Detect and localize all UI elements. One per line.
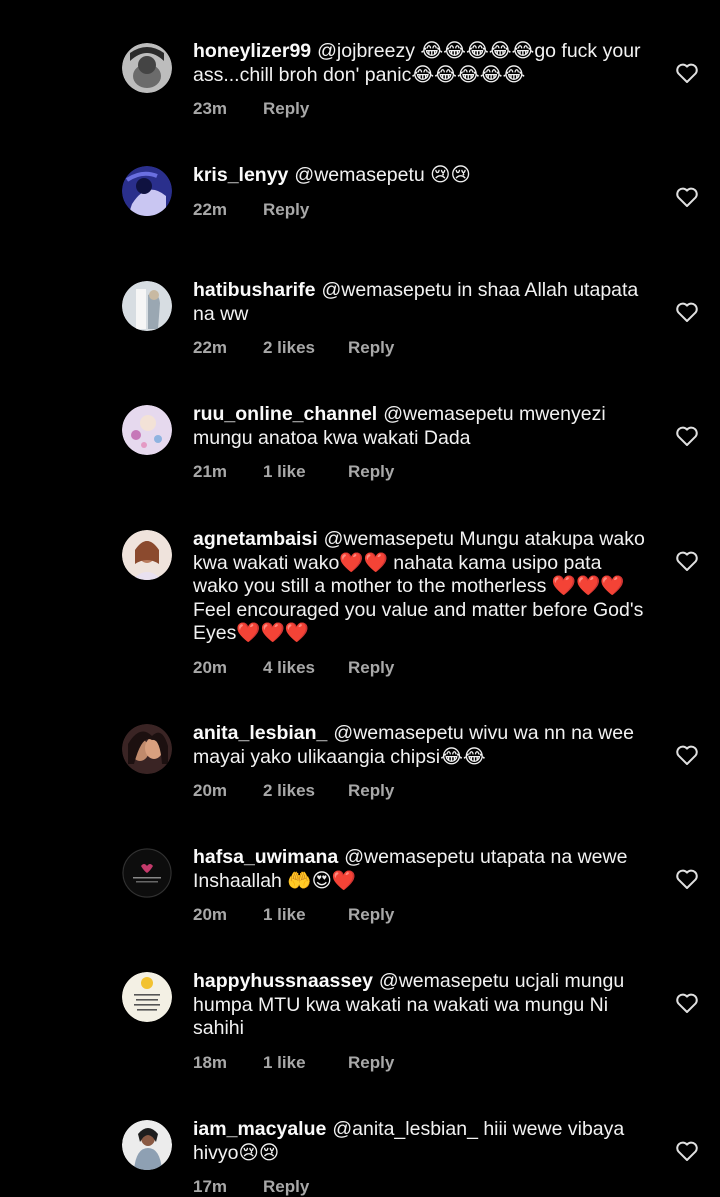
reply-button[interactable]: Reply	[348, 781, 394, 801]
comment-username[interactable]: iam_macyalue	[193, 1118, 326, 1140]
comment-text: honeylizer99 @jojbreezy 😂😂😂😂😂go fuck your…	[193, 40, 648, 87]
avatar[interactable]	[122, 530, 172, 580]
like-heart-icon[interactable]	[675, 186, 699, 208]
reply-button[interactable]: Reply	[348, 905, 394, 925]
like-heart-icon[interactable]	[675, 301, 699, 323]
reply-button[interactable]: Reply	[348, 462, 394, 482]
comment-time: 20m	[193, 781, 228, 801]
like-heart-icon[interactable]	[675, 425, 699, 447]
avatar[interactable]	[122, 166, 172, 216]
avatar[interactable]	[122, 281, 172, 331]
like-heart-icon[interactable]	[675, 992, 699, 1014]
comment-meta: 18m 1 like Reply	[193, 1053, 648, 1073]
avatar[interactable]	[122, 1120, 172, 1170]
comment-time: 20m	[193, 905, 228, 925]
comment-time: 20m	[193, 657, 228, 677]
comment-time: 17m	[193, 1177, 228, 1197]
avatar[interactable]	[122, 972, 172, 1022]
comment-meta: 21m 1 like Reply	[193, 462, 648, 482]
reply-button[interactable]: Reply	[348, 1053, 394, 1073]
comment-text: anita_lesbian_ @wemasepetu wivu wa nn na …	[193, 722, 648, 769]
avatar[interactable]	[122, 724, 172, 774]
comment-text: hafsa_uwimana @wemasepetu utapata na wewe…	[193, 846, 648, 893]
likes-count[interactable]: 2 likes	[263, 338, 348, 358]
comment-text: hatibusharife @wemasepetu in shaa Allah u…	[193, 279, 648, 326]
likes-count[interactable]: 1 like	[263, 1053, 348, 1073]
reply-button[interactable]: Reply	[263, 200, 309, 220]
comment-text: kris_lenyy @wemasepetu 😢😢	[193, 164, 648, 188]
avatar[interactable]	[122, 848, 172, 898]
comment-username[interactable]: hatibusharife	[193, 279, 315, 301]
avatar[interactable]	[122, 405, 172, 455]
likes-count[interactable]: 2 likes	[263, 781, 348, 801]
comment-time: 21m	[193, 462, 228, 482]
comment-text: agnetambaisi @wemasepetu Mungu atakupa wa…	[193, 528, 648, 646]
comment-username[interactable]: honeylizer99	[193, 40, 311, 62]
comment-username[interactable]: kris_lenyy	[193, 164, 288, 186]
likes-count[interactable]: 1 like	[263, 462, 348, 482]
comment-username[interactable]: ruu_online_channel	[193, 403, 377, 425]
comment-meta: 23m Reply	[193, 99, 648, 119]
comment-body: @wemasepetu 😢😢	[294, 164, 471, 186]
comment-text: happyhussnaassey @wemasepetu ucjali mungu…	[193, 970, 648, 1041]
like-heart-icon[interactable]	[675, 744, 699, 766]
comment-username[interactable]: agnetambaisi	[193, 528, 318, 550]
like-heart-icon[interactable]	[675, 868, 699, 890]
comment-meta: 20m 1 like Reply	[193, 905, 648, 925]
comment-time: 22m	[193, 338, 228, 358]
like-heart-icon[interactable]	[675, 62, 699, 84]
comment-text: ruu_online_channel @wemasepetu mwenyezi m…	[193, 403, 648, 450]
comment-time: 23m	[193, 99, 228, 119]
comment-meta: 20m 2 likes Reply	[193, 781, 648, 801]
comment-meta: 20m 4 likes Reply	[193, 658, 648, 678]
like-heart-icon[interactable]	[675, 1140, 699, 1162]
likes-count[interactable]: 4 likes	[263, 658, 348, 678]
comment-meta: 17m Reply	[193, 1177, 648, 1197]
reply-button[interactable]: Reply	[348, 338, 394, 358]
comment-meta: 22m 2 likes Reply	[193, 338, 648, 358]
comment-time: 22m	[193, 199, 228, 219]
avatar[interactable]	[122, 43, 172, 93]
comment-text: iam_macyalue @anita_lesbian_ hiii wewe vi…	[193, 1118, 648, 1165]
reply-button[interactable]: Reply	[263, 99, 309, 119]
reply-button[interactable]: Reply	[348, 658, 394, 678]
comment-username[interactable]: anita_lesbian_	[193, 722, 327, 744]
like-heart-icon[interactable]	[675, 550, 699, 572]
comment-username[interactable]: happyhussnaassey	[193, 970, 373, 992]
reply-button[interactable]: Reply	[263, 1177, 309, 1197]
comment-time: 18m	[193, 1052, 228, 1072]
comment-username[interactable]: hafsa_uwimana	[193, 846, 338, 868]
likes-count[interactable]: 1 like	[263, 905, 348, 925]
comment-meta: 22m Reply	[193, 200, 648, 220]
comments-list: honeylizer99 @jojbreezy 😂😂😂😂😂go fuck your…	[0, 0, 720, 1196]
